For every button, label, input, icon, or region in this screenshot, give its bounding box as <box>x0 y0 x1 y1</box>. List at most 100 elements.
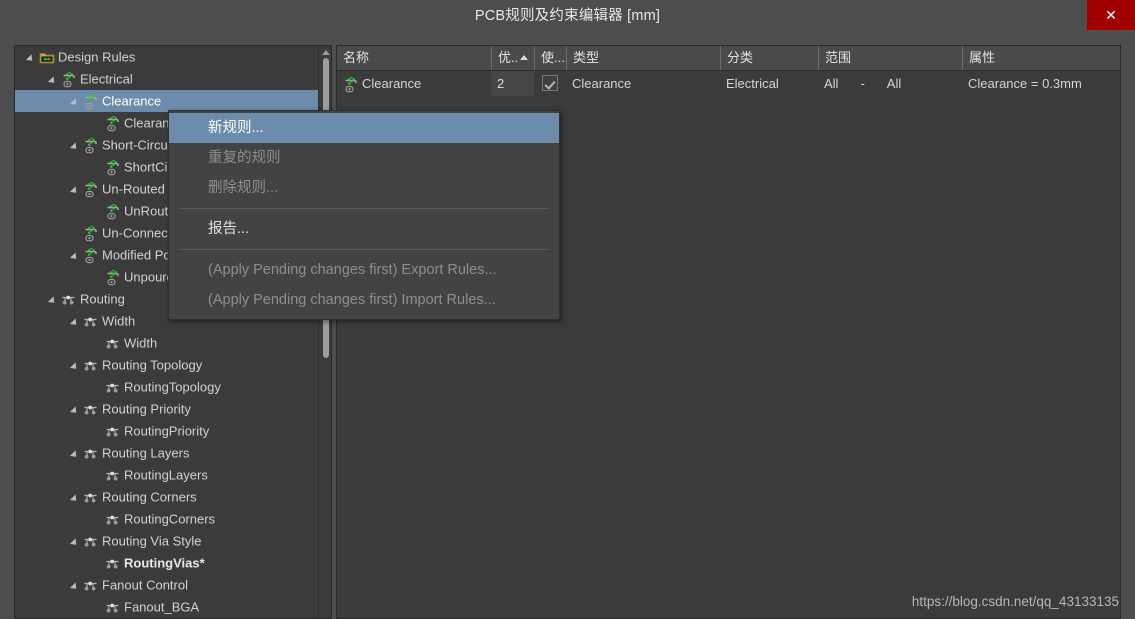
tree-expander-14[interactable] <box>69 355 83 377</box>
electrical-rule-icon <box>61 71 78 88</box>
tree-expander-spacer <box>91 421 105 443</box>
cell-priority[interactable]: 2 <box>491 71 534 96</box>
tree-expander-0[interactable] <box>25 47 39 69</box>
tree-item-label: RoutingCorners <box>124 511 216 527</box>
tree-item-design-rules[interactable]: Design Rules <box>15 46 319 68</box>
column-header-category[interactable]: 分类 <box>720 46 818 70</box>
tree-item-routing-layers[interactable]: Routing Layers <box>15 442 319 464</box>
tree-expander-spacer <box>91 201 105 223</box>
close-icon: ✕ <box>1105 7 1117 23</box>
electrical-rule-icon <box>83 137 100 154</box>
cell-attributes[interactable]: Clearance = 0.3mm <box>962 71 1120 96</box>
routing-rule-icon <box>83 358 100 374</box>
pcb-rules-editor-window: PCB规则及约束编辑器 [mm] ✕ Design Rules Electrica… <box>0 0 1135 619</box>
tree-item-label: Routing <box>80 291 125 307</box>
sort-ascending-icon <box>520 55 528 60</box>
tree-item-label: Design Rules <box>58 49 136 65</box>
tree-item-routing-topology[interactable]: Routing Topology <box>15 354 319 376</box>
routing-rule-icon <box>83 490 100 506</box>
menu-item-7: (Apply Pending changes first) Import Rul… <box>208 292 496 308</box>
tree-item-label: Short-Circuit <box>102 137 175 153</box>
tree-expander-2[interactable] <box>69 91 83 113</box>
tree-item-routingvias[interactable]: RoutingVias* <box>15 552 319 574</box>
tree-expander-spacer <box>91 333 105 355</box>
tree-item-routingcorners[interactable]: RoutingCorners <box>15 508 319 530</box>
routing-rule-icon <box>83 314 100 330</box>
column-header-enabled[interactable]: 使... <box>534 46 566 70</box>
tree-expander-24[interactable] <box>69 575 83 597</box>
routing-rule-icon <box>105 424 122 440</box>
cell-type[interactable]: Clearance <box>566 71 720 96</box>
scroll-up-arrow-icon[interactable] <box>322 50 330 55</box>
routing-rule-icon <box>105 336 122 352</box>
scope-from-label: All <box>824 76 839 91</box>
tree-item-label: RoutingPriority <box>124 423 210 439</box>
tree-item-label: Fanout_BGA <box>124 599 200 615</box>
menu-item-4[interactable]: 报告... <box>169 214 559 244</box>
column-header-label: 范围 <box>825 50 852 65</box>
cell-enabled[interactable] <box>534 71 566 96</box>
tree-item-label: Routing Layers <box>102 445 190 461</box>
tree-item-width[interactable]: Width <box>15 332 319 354</box>
close-button[interactable]: ✕ <box>1087 0 1135 30</box>
tree-item-routingpriority[interactable]: RoutingPriority <box>15 420 319 442</box>
rule-name-label: Clearance <box>362 76 422 91</box>
routing-rule-icon <box>105 468 122 484</box>
routing-rule-icon <box>105 512 122 528</box>
tree-expander-11[interactable] <box>47 289 61 311</box>
tree-item-electrical[interactable]: Electrical <box>15 68 319 90</box>
menu-item-0[interactable]: 新规则... <box>169 113 559 143</box>
tree-item-routing-priority[interactable]: Routing Priority <box>15 398 319 420</box>
tree-item-label: Routing Via Style <box>102 533 202 549</box>
tree-expander-4[interactable] <box>69 135 83 157</box>
tree-expander-16[interactable] <box>69 399 83 421</box>
tree-item-fanout-bga[interactable]: Fanout_BGA <box>15 596 319 618</box>
electrical-rule-icon <box>83 247 100 264</box>
tree-item-routinglayers[interactable]: RoutingLayers <box>15 464 319 486</box>
watermark-text: https://blog.csdn.net/qq_43133135 <box>911 594 1119 609</box>
electrical-rule-icon <box>105 203 122 220</box>
scope-to-label: All <box>886 76 902 91</box>
electrical-rule-icon <box>343 76 359 93</box>
cell-name[interactable]: Clearance <box>337 71 491 96</box>
window-title: PCB规则及约束编辑器 [mm] <box>474 8 661 24</box>
tree-expander-spacer <box>91 553 105 575</box>
tree-expander-12[interactable] <box>69 311 83 333</box>
tree-item-label: Routing Topology <box>102 357 203 373</box>
tree-item-label: Clearance <box>102 93 162 109</box>
tree-expander-9[interactable] <box>69 245 83 267</box>
tree-item-clearance[interactable]: Clearance <box>15 90 319 112</box>
menu-separator <box>179 208 549 209</box>
rule-priority-label: 2 <box>497 76 505 91</box>
menu-item-6: (Apply Pending changes first) Export Rul… <box>208 262 497 278</box>
tree-item-label: Routing Priority <box>102 401 191 417</box>
tree-item-label: RoutingVias* <box>124 555 205 571</box>
routing-rule-icon <box>83 402 100 418</box>
menu-item-2: 删除规则... <box>208 180 279 196</box>
tree-item-routingtopology[interactable]: RoutingTopology <box>15 376 319 398</box>
column-header-attributes[interactable]: 属性 <box>962 46 1120 70</box>
title-bar: PCB规则及约束编辑器 [mm] ✕ <box>0 0 1135 32</box>
tree-expander-18[interactable] <box>69 443 83 465</box>
column-header-priority[interactable]: 优.. <box>491 46 534 70</box>
rules-table-body[interactable]: Clearance 2 Clearance Electrical All - All Clea… <box>337 71 1120 96</box>
cell-scope[interactable]: All - All <box>818 71 962 96</box>
table-row[interactable]: Clearance 2 Clearance Electrical All - All Clea… <box>337 71 1120 96</box>
column-header-name[interactable]: 名称 <box>337 46 491 70</box>
cell-category[interactable]: Electrical <box>720 71 818 96</box>
tree-item-routing-corners[interactable]: Routing Corners <box>15 486 319 508</box>
column-header-label: 属性 <box>969 50 996 65</box>
tree-expander-20[interactable] <box>69 487 83 509</box>
tree-expander-22[interactable] <box>69 531 83 553</box>
rules-context-menu[interactable]: 新规则... 重复的规则 删除规则... 报告... (Apply Pending ch… <box>168 110 560 320</box>
rule-enabled-checkbox[interactable] <box>542 75 558 91</box>
tree-expander-spacer <box>91 377 105 399</box>
tree-expander-6[interactable] <box>69 179 83 201</box>
tree-item-fanout-control[interactable]: Fanout Control <box>15 574 319 596</box>
column-header-type[interactable]: 类型 <box>566 46 720 70</box>
rule-category-label: Electrical <box>726 76 779 91</box>
column-header-scope[interactable]: 范围 <box>818 46 962 70</box>
tree-item-routing-via-style[interactable]: Routing Via Style <box>15 530 319 552</box>
routing-rule-icon <box>83 446 100 462</box>
tree-expander-1[interactable] <box>47 69 61 91</box>
